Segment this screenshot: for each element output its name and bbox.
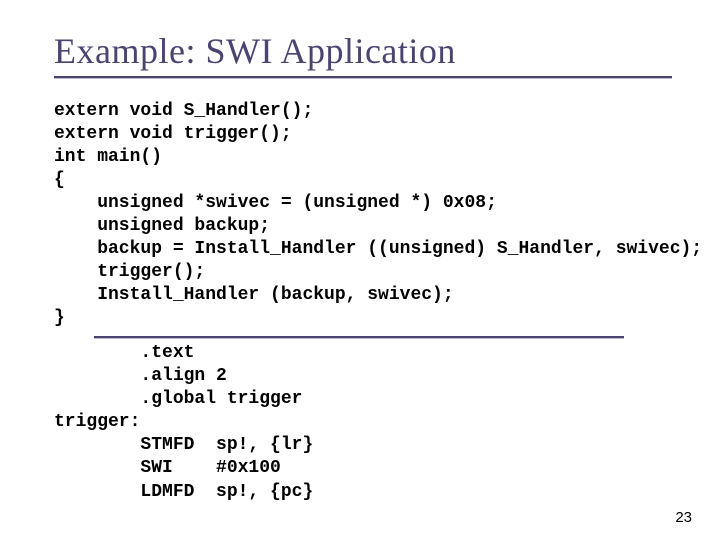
slide-title: Example: SWI Application [54,30,672,72]
slide: Example: SWI Application extern void S_H… [0,0,720,540]
title-rule [54,76,672,78]
code-block-asm: .text .align 2 .global trigger trigger: … [54,342,672,503]
page-number: 23 [675,509,692,526]
code-block-c: extern void S_Handler(); extern void tri… [54,100,672,330]
separator-rule [94,336,624,338]
